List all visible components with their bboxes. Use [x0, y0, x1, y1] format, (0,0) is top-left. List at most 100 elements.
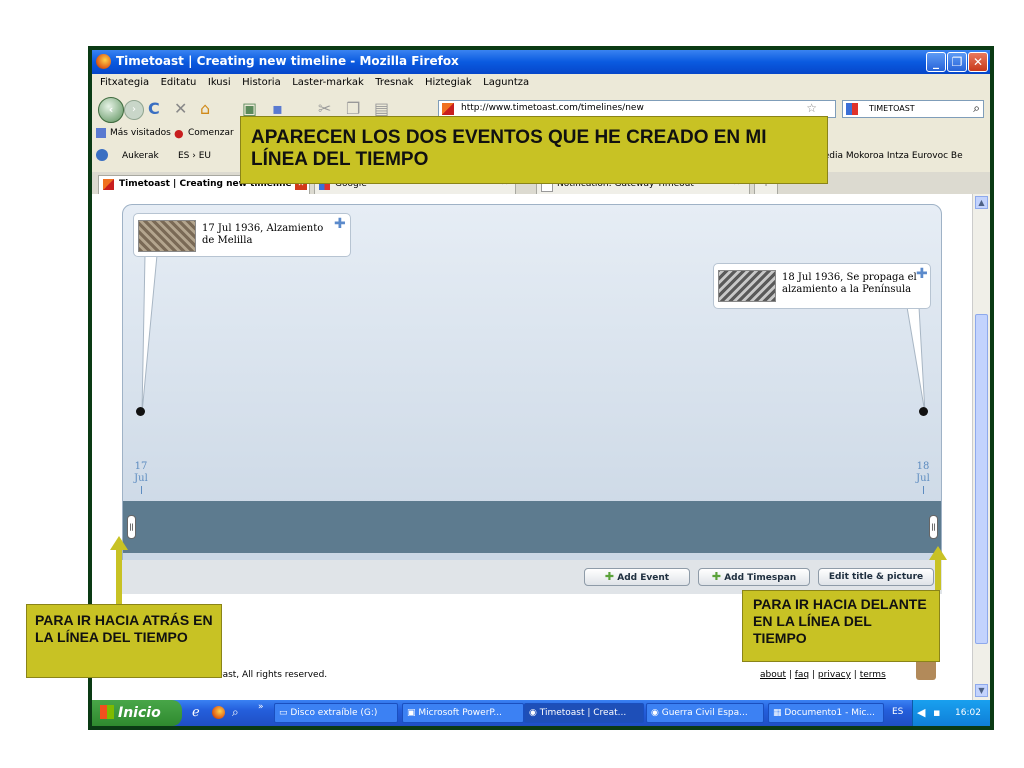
- search-icon[interactable]: ⌕: [973, 101, 980, 116]
- footer-links: about | faq | privacy | terms: [760, 670, 886, 680]
- close-button[interactable]: ✕: [968, 52, 988, 72]
- callout-go-back: PARA IR HACIA ATRÁS EN LA LÍNEA DEL TIEM…: [26, 604, 222, 678]
- task-timetoast[interactable]: ◉ Timetoast | Creat...: [524, 703, 644, 723]
- menu-tresnak[interactable]: Tresnak: [375, 77, 413, 88]
- add-event-button[interactable]: ✚ Add Event: [584, 568, 690, 586]
- event-1-thumbnail: [138, 220, 196, 252]
- search-quicklaunch-icon[interactable]: ⌕: [232, 705, 239, 720]
- menu-ikusi[interactable]: Ikusi: [208, 77, 231, 88]
- ie-icon[interactable]: ℯ: [192, 705, 200, 720]
- task-removable-disk[interactable]: ▭ Disco extraíble (G:): [274, 703, 398, 723]
- event-card-1[interactable]: 17 Jul 1936, Alzamiento de Melilla ✚: [133, 213, 351, 257]
- about-link[interactable]: about: [760, 670, 786, 680]
- event-2-thumbnail: [718, 270, 776, 302]
- google-icon: [846, 103, 858, 115]
- bookmark-getting-started[interactable]: Comenzar: [188, 128, 234, 138]
- firefox-quicklaunch-icon[interactable]: [212, 706, 225, 719]
- back-button[interactable]: ‹: [98, 97, 124, 123]
- getting-started-icon: ●: [174, 127, 184, 140]
- event-2-label: 18 Jul 1936, Se propaga el alzamiento a …: [782, 272, 917, 295]
- menu-hiztegiak[interactable]: Hiztegiak: [425, 77, 472, 88]
- terms-link[interactable]: terms: [860, 670, 886, 680]
- forward-arrow-head: [929, 546, 947, 560]
- plus-icon[interactable]: ✚: [916, 266, 928, 282]
- search-engine-label: TIMETOAST: [869, 104, 915, 113]
- star-icon[interactable]: ☆: [806, 101, 817, 115]
- folder-icon: ▭: [279, 708, 291, 718]
- start-button[interactable]: Inicio: [92, 700, 182, 726]
- reload-icon[interactable]: C: [148, 100, 160, 118]
- language-pair-menu[interactable]: ES › EU: [178, 151, 211, 161]
- back-arrow-head: [110, 536, 128, 550]
- more-icon[interactable]: »: [258, 702, 264, 712]
- menu-historia[interactable]: Historia: [242, 77, 281, 88]
- home-icon[interactable]: ⌂: [200, 100, 210, 118]
- forward-button[interactable]: ›: [124, 100, 144, 120]
- tick-label-17-jul: 17 Jul: [129, 461, 153, 494]
- plus-icon[interactable]: ✚: [334, 216, 346, 232]
- most-visited-icon: [96, 128, 106, 138]
- task-guerra-civil[interactable]: ◉ Guerra Civil Espa...: [646, 703, 764, 723]
- timetoast-tab-icon: [103, 179, 114, 190]
- maximize-button[interactable]: ❐: [947, 52, 967, 72]
- tick-month: Jul: [916, 473, 930, 484]
- plus-icon: ✚: [711, 570, 722, 583]
- tick-day: 18: [916, 461, 930, 472]
- language-indicator[interactable]: ES: [892, 707, 903, 717]
- menu-laster-markak[interactable]: Laster-markak: [292, 77, 364, 88]
- add-timespan-button[interactable]: ✚ Add Timespan: [698, 568, 810, 586]
- bookmark-most-visited[interactable]: Más visitados: [110, 128, 171, 138]
- firefox-task-icon: ◉: [529, 708, 540, 718]
- menu-laguntza[interactable]: Laguntza: [483, 77, 529, 88]
- tray-back-icon[interactable]: ◀: [917, 700, 925, 726]
- windows-logo-icon: [100, 705, 114, 719]
- event-card-2[interactable]: 18 Jul 1936, Se propaga el alzamiento a …: [713, 263, 931, 309]
- tick-month: Jul: [134, 473, 148, 484]
- scroll-down-arrow[interactable]: ▼: [975, 684, 988, 697]
- network-icon[interactable]: ▪: [933, 700, 940, 726]
- tick-label-18-jul: 18 Jul: [911, 461, 935, 494]
- menu-bar: Fitxategia Editatu Ikusi Historia Laster…: [92, 74, 990, 94]
- callout-go-forward: PARA IR HACIA DELANTE EN LA LÍNEA DEL TI…: [742, 590, 940, 662]
- dictionary-links[interactable]: pedia Mokoroa Intza Eurovoc Be: [818, 151, 963, 161]
- stop-icon[interactable]: ✕: [174, 100, 187, 118]
- word-icon: ▦: [773, 708, 785, 718]
- tick-mark: [140, 486, 142, 494]
- scroll-forward-handle[interactable]: ||: [929, 515, 938, 539]
- back-arrow-stem: [116, 548, 122, 604]
- edit-title-button[interactable]: Edit title & picture: [818, 568, 934, 586]
- menu-fitxategia[interactable]: Fitxategia: [100, 77, 149, 88]
- tick-mark: [922, 486, 924, 494]
- scroll-up-arrow[interactable]: ▲: [975, 196, 988, 209]
- task-powerpoint[interactable]: ▣ Microsoft PowerP...: [402, 703, 524, 723]
- title-bar: Timetoast | Creating new timeline - Mozi…: [92, 50, 990, 74]
- scroll-back-handle[interactable]: ||: [127, 515, 136, 539]
- options-menu[interactable]: Aukerak: [122, 151, 159, 161]
- clock: 16:02: [955, 708, 981, 718]
- event-1-marker[interactable]: [136, 407, 145, 416]
- menu-editatu[interactable]: Editatu: [161, 77, 197, 88]
- firefox-icon: [96, 54, 111, 69]
- event-1-label: 17 Jul 1936, Alzamiento de Melilla: [202, 223, 324, 246]
- minimize-button[interactable]: _: [926, 52, 946, 72]
- forward-arrow-stem: [935, 558, 941, 590]
- timeline-actions: ✚ Add Event ✚ Add Timespan Edit title & …: [122, 560, 942, 594]
- footer-copyright: etoast, All rights reserved.: [208, 670, 328, 680]
- system-tray: ◀ ▪ 16:02: [912, 700, 990, 726]
- page-scrollbar[interactable]: ▲ ▼: [972, 194, 990, 700]
- powerpoint-icon: ▣: [407, 708, 419, 718]
- search-box[interactable]: TIMETOAST ⌕: [842, 100, 984, 118]
- extension-icon: [96, 149, 108, 161]
- url-text: http://www.timetoast.com/timelines/new: [461, 103, 644, 113]
- privacy-link[interactable]: privacy: [818, 670, 851, 680]
- scroll-thumb[interactable]: [975, 314, 988, 644]
- faq-link[interactable]: faq: [795, 670, 809, 680]
- tick-day: 17: [134, 461, 148, 472]
- timeline-panel: 17 Jul 1936, Alzamiento de Melilla ✚ 18 …: [122, 204, 942, 576]
- timetoast-favicon: [442, 103, 454, 115]
- taskbar: Inicio ℯ ⌕ » ▭ Disco extraíble (G:) ▣ Mi…: [92, 700, 990, 726]
- event-2-marker[interactable]: [919, 407, 928, 416]
- window-title: Timetoast | Creating new timeline - Mozi…: [116, 54, 459, 68]
- timeline-band[interactable]: [123, 501, 941, 553]
- task-word-document[interactable]: ▦ Documento1 - Mic...: [768, 703, 884, 723]
